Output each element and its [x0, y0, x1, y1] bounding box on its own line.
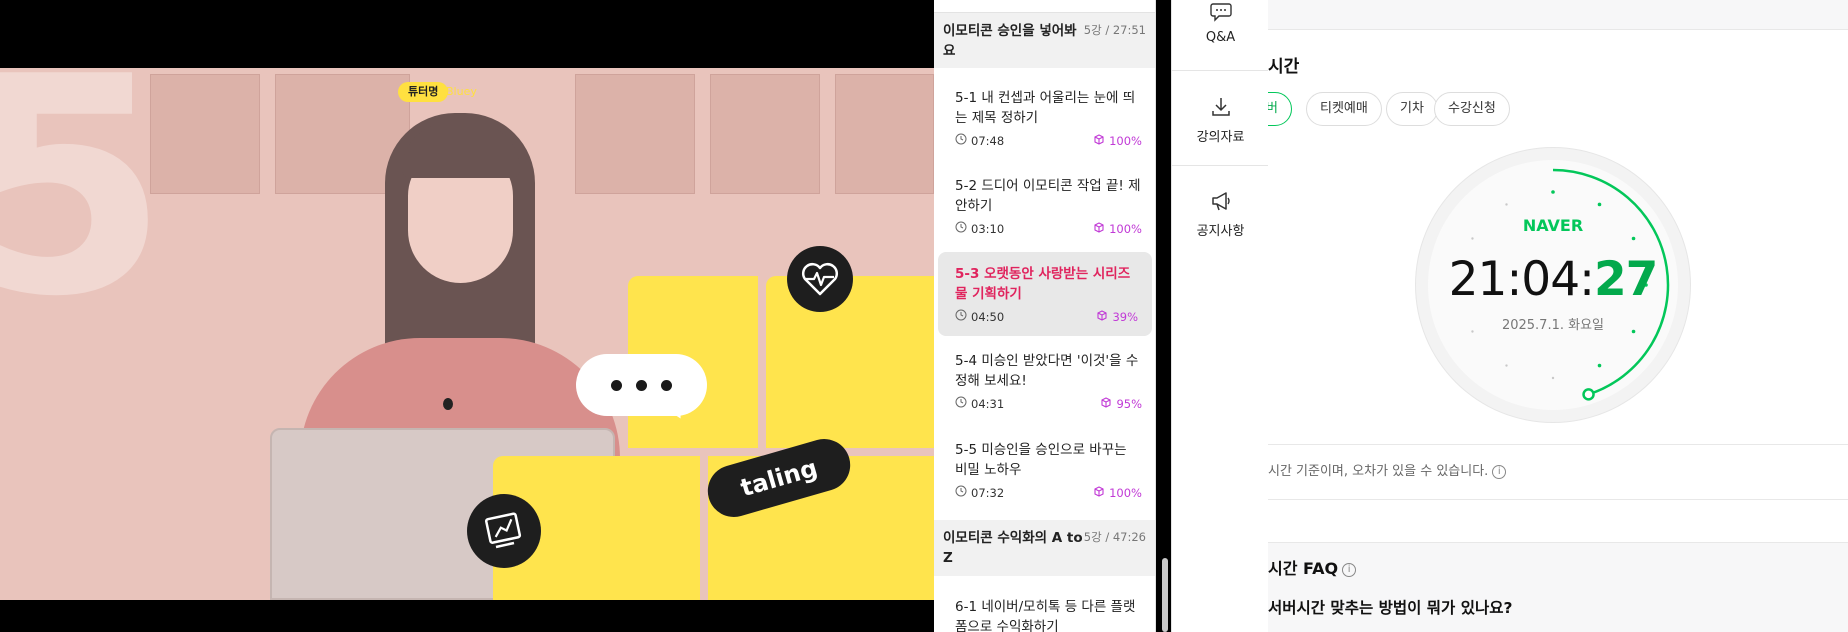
server-date: 2025.7.1. 화요일	[1501, 318, 1605, 333]
lecture-item[interactable]: 5-1 내 컨셉과 어울리는 눈에 띄는 제목 정하기 07:48 100%	[934, 88, 1155, 148]
chapter-number: 5	[0, 68, 169, 362]
server-time-display: 21:04:27	[1416, 252, 1690, 308]
clock-tick	[1505, 364, 1508, 367]
accuracy-notice: 시간 기준이며, 오차가 있을 수 있습니다. i	[1268, 460, 1507, 479]
lecture-item[interactable]: 5-2 드디어 이모티콘 작업 끝! 제안하기 03:10 100%	[934, 176, 1155, 236]
divider	[1268, 444, 1848, 445]
site-chip-registration[interactable]: 수강신청	[1434, 92, 1510, 126]
clock-tick	[1597, 202, 1602, 207]
divider	[1172, 70, 1269, 71]
lecture-progress: 95%	[1100, 396, 1142, 411]
site-chip-train[interactable]: 기차	[1386, 92, 1438, 126]
divider	[1172, 165, 1269, 166]
section-title: 이모티콘 수익화의 A to Z	[943, 530, 1083, 566]
lecture-item[interactable]: 5-5 미승인을 승인으로 바꾸는 비밀 노하우 07:32 100%	[934, 440, 1155, 500]
lecture-item[interactable]: 6-1 네이버/모히톡 등 다른 플랫폼으로 수익화하기	[934, 597, 1155, 632]
clock-icon	[955, 396, 967, 411]
lecture-progress: 100%	[1093, 133, 1142, 148]
progress-icon	[1093, 221, 1105, 236]
lecture-progress: 100%	[1093, 485, 1142, 500]
lecture-title: 6-1 네이버/모히톡 등 다른 플랫폼으로 수익화하기	[955, 599, 1136, 632]
ellipsis-icon	[576, 354, 707, 416]
lecture-title: 5-5 미승인을 승인으로 바꾸는 비밀 노하우	[955, 442, 1127, 478]
megaphone-icon	[1210, 190, 1232, 216]
clock-icon	[955, 133, 967, 148]
lecture-title: 5-2 드디어 이모티콘 작업 끝! 제안하기	[955, 178, 1141, 214]
section-header[interactable]: 이모티콘 승인을 넣어봐요 5강 / 27:51	[934, 13, 1155, 68]
clock-icon	[955, 221, 967, 236]
wall-photo	[835, 74, 934, 194]
info-icon[interactable]: i	[1342, 562, 1357, 577]
clock-tick	[1597, 363, 1602, 368]
seconds-knob	[1582, 388, 1595, 401]
lecture-title: 5-4 미승인 받았다면 '이것'을 수정해 보세요!	[955, 353, 1139, 389]
info-icon[interactable]: i	[1492, 464, 1507, 479]
screen: 5 튜터명 Bluey taling 이모티콘 승인을 넣어봐요 5강 / 27…	[0, 0, 1848, 632]
microphone	[443, 398, 453, 410]
lecture-list[interactable]: 이모티콘 승인을 넣어봐요 5강 / 27:51 5-1 내 컨셉과 어울리는 …	[934, 0, 1156, 632]
lecture-item[interactable]: 5-4 미승인 받았다면 '이것'을 수정해 보세요! 04:31 95%	[934, 351, 1155, 411]
progress-icon	[1093, 485, 1105, 500]
section-header[interactable]: 이모티콘 수익화의 A to Z 5강 / 47:26	[934, 520, 1155, 576]
chat-bubble-icon	[1209, 2, 1232, 26]
site-chip-ticket[interactable]: 티켓예매	[1306, 92, 1382, 126]
side-menu: Q&A 강의자료 공지사항	[1171, 0, 1269, 632]
tutor-name: Bluey	[446, 85, 477, 98]
video-frame: 5 튜터명 Bluey taling	[0, 68, 934, 600]
divider	[1268, 499, 1848, 500]
server-time-page: 시간 버 티켓예매 기차 수강신청 NAVER 21:04:27 2025.7.…	[1268, 0, 1848, 632]
divider	[1268, 542, 1848, 543]
heart-monitor-icon	[787, 246, 853, 312]
qa-button[interactable]: Q&A	[1172, 2, 1269, 45]
chart-monitor-icon	[467, 494, 541, 568]
page-top-bar	[1268, 0, 1848, 30]
clock-tick	[1551, 376, 1555, 380]
lecture-title: 5-3 오랫동안 사랑받는 시리즈물 기획하기	[955, 266, 1131, 302]
faq-heading: 시간 FAQ i	[1268, 555, 1357, 579]
page-heading: 시간	[1268, 57, 1300, 77]
lecture-duration: 03:10	[955, 221, 1004, 236]
clock-tick	[1551, 190, 1555, 194]
lecture-duration: 07:32	[955, 485, 1004, 500]
yellow-tile	[766, 276, 934, 448]
progress-icon	[1093, 133, 1105, 148]
lecture-item-active[interactable]: 5-3 오랫동안 사랑받는 시리즈물 기획하기 04:50 39%	[938, 252, 1152, 336]
clock-icon	[955, 309, 967, 324]
naver-logo: NAVER	[1522, 216, 1584, 235]
section-meta: 5강 / 27:51	[1083, 23, 1146, 37]
qa-label: Q&A	[1205, 30, 1236, 45]
notice-label: 공지사항	[1196, 224, 1245, 239]
progress-icon	[1096, 309, 1108, 324]
section-title: 이모티콘 승인을 넣어봐요	[943, 23, 1077, 59]
clock-icon	[955, 485, 967, 500]
download-icon	[1210, 96, 1232, 122]
lecture-progress: 100%	[1093, 221, 1142, 236]
lecture-progress: 39%	[1096, 309, 1138, 324]
faq-question[interactable]: 서버시간 맞추는 방법이 뭐가 있나요?	[1268, 596, 1512, 618]
time-hours-minutes: 21:04:	[1448, 252, 1595, 307]
tutor-badge: 튜터명	[398, 82, 449, 102]
video-player[interactable]: 5 튜터명 Bluey taling	[0, 0, 934, 632]
wall-photo	[710, 74, 820, 194]
materials-label: 강의자료	[1196, 130, 1245, 145]
clock-tick	[1631, 236, 1636, 241]
wall-photo	[575, 74, 695, 194]
lecture-duration: 04:31	[955, 396, 1004, 411]
section-meta: 5강 / 47:26	[1083, 530, 1146, 544]
lecture-duration: 04:50	[955, 309, 1004, 324]
clock-tick	[1505, 203, 1508, 206]
notice-button[interactable]: 공지사항	[1172, 190, 1269, 239]
lecture-duration: 07:48	[955, 133, 1004, 148]
time-seconds: 27	[1593, 252, 1658, 307]
lecture-title: 5-1 내 컨셉과 어울리는 눈에 띄는 제목 정하기	[955, 90, 1136, 126]
clock-tick	[1471, 237, 1474, 240]
progress-icon	[1100, 396, 1112, 411]
scrollbar-thumb[interactable]	[1162, 558, 1168, 632]
materials-button[interactable]: 강의자료	[1172, 96, 1269, 145]
